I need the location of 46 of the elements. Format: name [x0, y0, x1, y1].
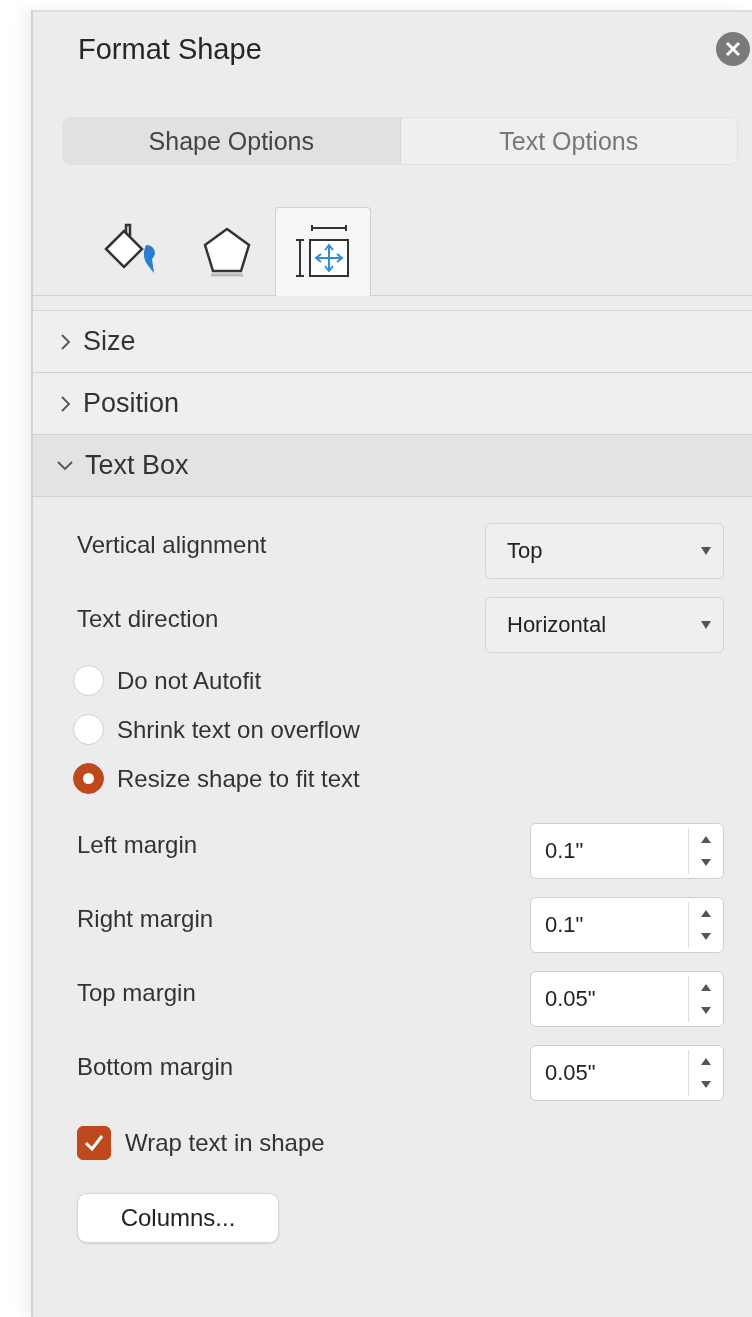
field-label: Top margin — [77, 979, 196, 1007]
down-arrow-icon — [700, 1006, 712, 1015]
options-tab[interactable]: Shape Options — [63, 118, 401, 164]
section-header[interactable]: Position — [33, 373, 752, 435]
radio-option[interactable]: Shrink text on overflow — [73, 705, 360, 754]
radio-option[interactable]: Resize shape to fit text — [73, 754, 360, 803]
icon-tab[interactable] — [275, 207, 371, 296]
columns-button[interactable]: Columns... — [77, 1193, 279, 1243]
field-label: Bottom margin — [77, 1053, 234, 1081]
section-header[interactable]: Size — [33, 311, 752, 373]
down-arrow-icon — [700, 1080, 712, 1089]
spin-field[interactable]: 0.05" — [530, 971, 724, 1027]
checkmark-icon — [84, 1134, 104, 1152]
panel-title: Format Shape — [78, 32, 262, 66]
section-header[interactable]: Text Box — [33, 435, 752, 497]
margin-value: 0.1" — [544, 838, 585, 864]
chevron-right-icon — [61, 395, 71, 412]
chevron-down-icon — [57, 460, 73, 471]
checkbox[interactable] — [77, 1126, 111, 1160]
field-label: Right margin — [77, 905, 214, 933]
dropdown-arrow-icon — [701, 547, 711, 555]
margin-value: 0.1" — [544, 912, 585, 938]
close-icon — [725, 41, 741, 57]
text-box-layout-icon — [294, 224, 352, 280]
radio-option[interactable]: Do not Autofit — [73, 656, 262, 705]
down-arrow-icon — [700, 932, 712, 941]
up-arrow-icon — [700, 1057, 712, 1066]
spin-field[interactable]: 0.1" — [530, 823, 724, 879]
field-label: Text direction — [77, 605, 219, 633]
radio-button[interactable] — [73, 763, 104, 794]
dropdown-arrow-icon — [701, 621, 711, 629]
up-arrow-icon — [700, 835, 712, 844]
down-arrow-icon — [700, 858, 712, 867]
spin-field[interactable]: 0.05" — [530, 1045, 724, 1101]
close-button[interactable] — [716, 32, 750, 66]
up-arrow-icon — [700, 909, 712, 918]
dropdown[interactable]: Horizontal — [485, 597, 724, 653]
checkbox-option[interactable]: Wrap text in shape — [77, 1119, 325, 1167]
margin-value: 0.05" — [544, 986, 597, 1012]
up-arrow-icon — [700, 983, 712, 992]
field-label: Vertical alignment — [77, 531, 267, 559]
chevron-right-icon — [61, 333, 71, 350]
spin-field[interactable]: 0.1" — [530, 897, 724, 953]
dropdown[interactable]: Top — [485, 523, 724, 579]
field-label: Left margin — [77, 831, 198, 859]
margin-value: 0.05" — [544, 1060, 597, 1086]
